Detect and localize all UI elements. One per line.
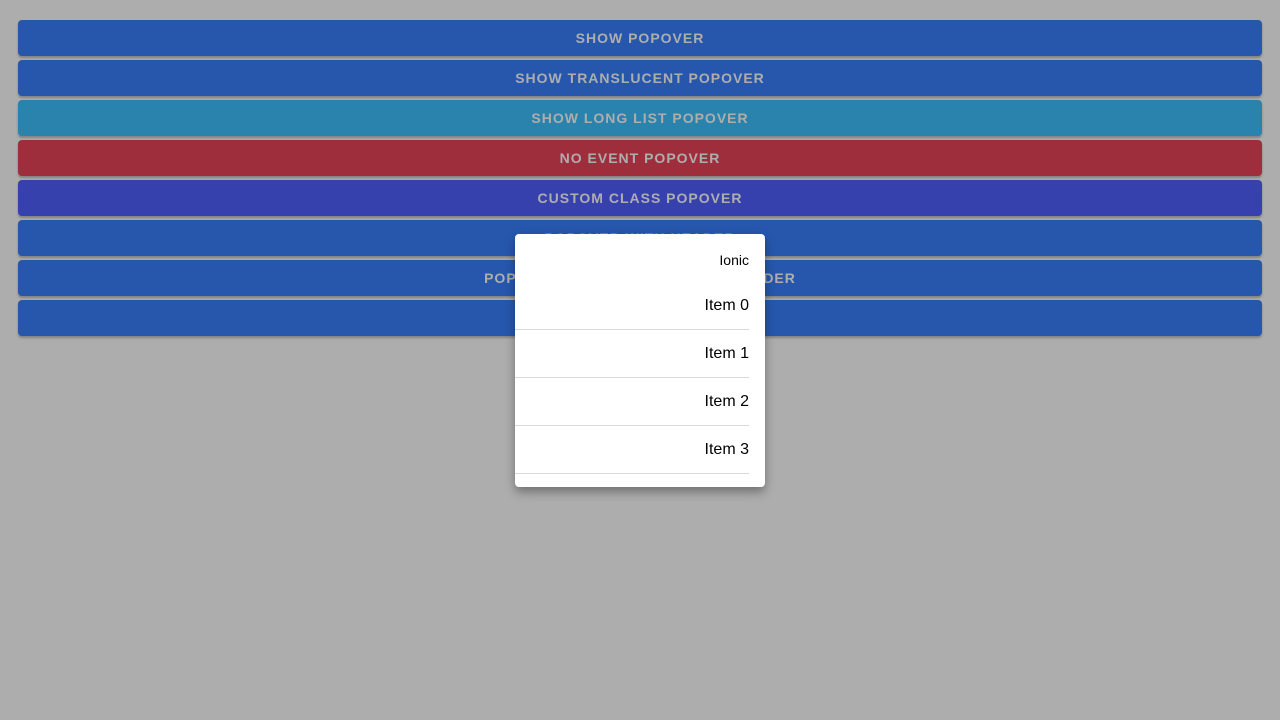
popover-item-label: Item 1 [704, 345, 749, 362]
popover-list-item[interactable]: Item 1 [515, 330, 765, 378]
popover-header: Ionic [719, 252, 749, 268]
popover-item-label: Item 3 [704, 441, 749, 458]
popover: Ionic Item 0 Item 1 Item 2 Item 3 [515, 234, 765, 487]
popover-list-item[interactable]: Item 0 [515, 282, 765, 330]
popover-item-label: Item 2 [704, 393, 749, 410]
item-divider [515, 473, 749, 474]
page: Show Popover Show Translucent Popover Sh… [0, 0, 1280, 720]
popover-list-item[interactable]: Item 3 [515, 426, 765, 474]
popover-item-label: Item 0 [704, 297, 749, 314]
popover-list-item[interactable]: Item 2 [515, 378, 765, 426]
